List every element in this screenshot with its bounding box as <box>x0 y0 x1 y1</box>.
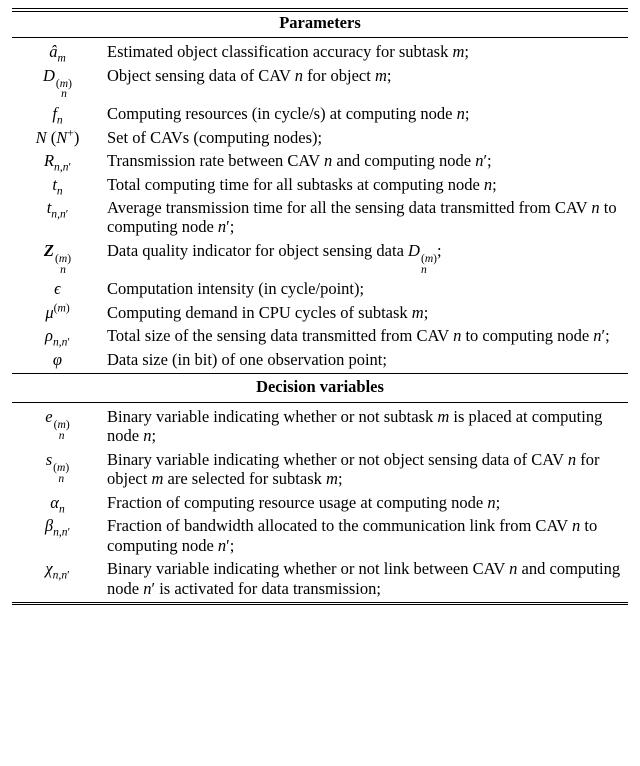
sym-alpha-n: αn <box>12 491 105 514</box>
row-f-n: fn Computing resources (in cycle/s) at c… <box>12 102 628 125</box>
desc-rho-nn: Total size of the sensing data transmitt… <box>105 324 628 347</box>
row-beta-nn: βn,n′ Fraction of bandwidth allocated to… <box>12 514 628 557</box>
desc-e-n-m: Binary variable indicating whether or no… <box>105 405 628 448</box>
decision-variables-table: e(m)n Binary variable indicating whether… <box>12 405 628 600</box>
row-chi-nn: χn,n′ Binary variable indicating whether… <box>12 557 628 600</box>
rule-after-params-header <box>12 37 628 38</box>
sym-D-n-m: D(m)n <box>12 64 105 103</box>
sym-rho-nn: ρn,n′ <box>12 324 105 347</box>
desc-beta-nn: Fraction of bandwidth allocated to the c… <box>105 514 628 557</box>
row-t-nn: tn,n′ Average transmission time for all … <box>12 196 628 239</box>
sym-f-n: fn <box>12 102 105 125</box>
desc-D-n-m: Object sensing data of CAV n for object … <box>105 64 628 103</box>
sym-phi: φ <box>12 348 105 371</box>
desc-Z-n-m: Data quality indicator for object sensin… <box>105 239 628 278</box>
sym-a-hat-m: âm <box>12 40 105 63</box>
desc-R-nn: Transmission rate between CAV n and comp… <box>105 149 628 172</box>
rule-bottom-inner <box>12 602 628 603</box>
rule-before-dvars-header <box>12 373 628 374</box>
section-header-dvars: Decision variables <box>12 376 628 399</box>
row-phi: φ Data size (in bit) of one observation … <box>12 348 628 371</box>
sym-chi-nn: χn,n′ <box>12 557 105 600</box>
row-alpha-n: αn Fraction of computing resource usage … <box>12 491 628 514</box>
sym-mu-m: μ(m) <box>12 301 105 324</box>
rule-after-dvars-header <box>12 402 628 403</box>
rule-bottom-outer <box>12 604 628 605</box>
sym-t-n: tn <box>12 173 105 196</box>
parameters-table: âm Estimated object classification accur… <box>12 40 628 371</box>
row-e-n-m: e(m)n Binary variable indicating whether… <box>12 405 628 448</box>
row-eps: ϵ Computation intensity (in cycle/point)… <box>12 277 628 300</box>
desc-s-n-m: Binary variable indicating whether or no… <box>105 448 628 491</box>
sym-R-nn: Rn,n′ <box>12 149 105 172</box>
rule-top-outer <box>12 8 628 9</box>
row-s-n-m: s(m)n Binary variable indicating whether… <box>12 448 628 491</box>
row-Z-n-m: Z(m)n Data quality indicator for object … <box>12 239 628 278</box>
row-mu-m: μ(m) Computing demand in CPU cycles of s… <box>12 301 628 324</box>
desc-chi-nn: Binary variable indicating whether or no… <box>105 557 628 600</box>
section-header-parameters: Parameters <box>12 12 628 35</box>
row-N-Nplus: N (N+) Set of CAVs (computing nodes); <box>12 126 628 149</box>
desc-f-n: Computing resources (in cycle/s) at comp… <box>105 102 628 125</box>
row-t-n: tn Total computing time for all subtasks… <box>12 173 628 196</box>
desc-N-Nplus: Set of CAVs (computing nodes); <box>105 126 628 149</box>
sym-eps: ϵ <box>12 277 105 300</box>
row-R-nn: Rn,n′ Transmission rate between CAV n an… <box>12 149 628 172</box>
desc-t-n: Total computing time for all subtasks at… <box>105 173 628 196</box>
sym-e-n-m: e(m)n <box>12 405 105 448</box>
desc-phi: Data size (in bit) of one observation po… <box>105 348 628 371</box>
row-a-hat-m: âm Estimated object classification accur… <box>12 40 628 63</box>
desc-mu-m: Computing demand in CPU cycles of subtas… <box>105 301 628 324</box>
row-rho-nn: ρn,n′ Total size of the sensing data tra… <box>12 324 628 347</box>
sym-t-nn: tn,n′ <box>12 196 105 239</box>
notation-table: Parameters âm Estimated object classific… <box>0 0 640 617</box>
desc-a-hat-m: Estimated object classification accuracy… <box>105 40 628 63</box>
sym-Z-n-m: Z(m)n <box>12 239 105 278</box>
row-D-n-m: D(m)n Object sensing data of CAV n for o… <box>12 64 628 103</box>
sym-s-n-m: s(m)n <box>12 448 105 491</box>
desc-t-nn: Average transmission time for all the se… <box>105 196 628 239</box>
sym-beta-nn: βn,n′ <box>12 514 105 557</box>
sym-N-Nplus: N (N+) <box>12 126 105 149</box>
desc-alpha-n: Fraction of computing resource usage at … <box>105 491 628 514</box>
desc-eps: Computation intensity (in cycle/point); <box>105 277 628 300</box>
